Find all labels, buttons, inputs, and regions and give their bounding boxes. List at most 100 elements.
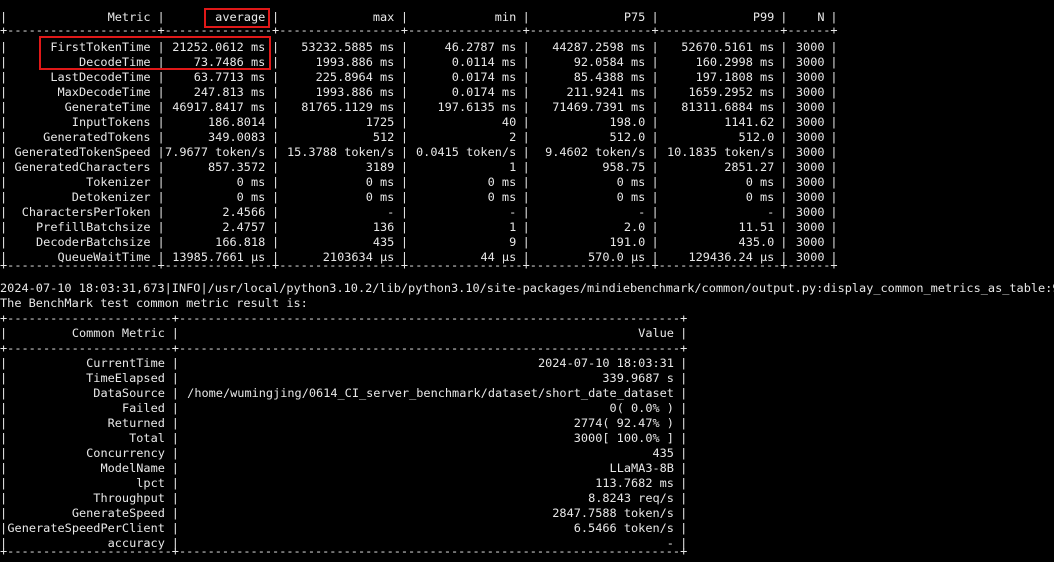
table1-cell-2: 435 xyxy=(372,235,395,249)
table1-cell-6: 3000 xyxy=(795,115,825,129)
table1-cell-6: 3000 xyxy=(795,55,825,69)
table1-cell-1: 7.9677 token/s xyxy=(165,145,266,159)
table1-cell-3: 2 xyxy=(509,130,517,144)
table1-cell-1: 46917.8417 ms xyxy=(172,100,266,114)
table1-cell-5: 435.0 xyxy=(738,235,775,249)
table2-cell-0: GenerateSpeedPerClient xyxy=(7,521,165,535)
table1-cell-2: - xyxy=(387,205,395,219)
table1-cell-4: 512.0 xyxy=(609,130,646,144)
table1-cell-6: 3000 xyxy=(795,145,825,159)
table2-cell-1: 113.7682 ms xyxy=(595,476,674,490)
table1-cell-3: 0 ms xyxy=(487,190,517,204)
table1-cell-5: 81311.6884 ms xyxy=(681,100,775,114)
table1-cell-5: 11.51 xyxy=(738,220,775,234)
table1-cell-5: 2851.27 xyxy=(724,160,775,174)
table2-cell-0: Total xyxy=(129,431,165,445)
table1-cell-2: 136 xyxy=(372,220,395,234)
table1-cell-2: 0 ms xyxy=(365,190,395,204)
terminal-window[interactable]: | | | | | | | | Metric average max min P75 P99… xyxy=(0,0,1054,562)
table2-cell-1: 0( 0.0% ) xyxy=(609,401,674,415)
table1-cell-2: 81765.1129 ms xyxy=(301,100,395,114)
table1-cell-5: 1141.62 xyxy=(724,115,775,129)
table2-cell-1: 2024-07-10 18:03:31 xyxy=(537,356,674,370)
table1-cell-4: - xyxy=(638,205,646,219)
highlight-box-average xyxy=(204,8,270,28)
table1-cell-0: GenerateTime xyxy=(64,100,151,114)
table1-cell-5: 1659.2952 ms xyxy=(688,85,775,99)
table1-cell-1: 0 ms xyxy=(236,175,266,189)
table2-cell-0: lpct xyxy=(136,476,165,490)
log-line: 2024-07-10 18:03:31,673|INFO|/usr/local/… xyxy=(0,281,1054,295)
table2-cell-0: Failed xyxy=(121,401,165,415)
table1-cell-1: 349.0083 xyxy=(208,130,266,144)
table1-cell-5: 10.1835 token/s xyxy=(666,145,775,159)
table2-cell-1: 2847.7588 token/s xyxy=(552,506,674,520)
table1-cell-6: 3000 xyxy=(795,40,825,54)
table1-cell-4: 0 ms xyxy=(616,190,646,204)
table1-cell-3: 0.0174 ms xyxy=(451,70,517,84)
table1-cell-2: 225.8964 ms xyxy=(315,70,395,84)
table1-cell-0: GeneratedTokens xyxy=(43,130,151,144)
table2-cell-0: TimeElapsed xyxy=(86,371,165,385)
table1-cell-0: LastDecodeTime xyxy=(50,70,151,84)
table2-header-1: Value xyxy=(638,326,674,340)
table1-cell-0: Detokenizer xyxy=(71,190,151,204)
table1-cell-3: 197.6135 ms xyxy=(437,100,517,114)
table1-cell-4: 92.0584 ms xyxy=(573,55,646,69)
table1-cell-5: - xyxy=(767,205,775,219)
table1-cell-3: 1 xyxy=(509,160,517,174)
table1-cell-3: 1 xyxy=(509,220,517,234)
table2-cell-1: 339.9687 s xyxy=(602,371,674,385)
table2-border: +-----------------------+---------------… xyxy=(0,544,688,558)
table1-cell-2: 3189 xyxy=(365,160,395,174)
table1-cell-0: GeneratedCharacters xyxy=(14,160,151,174)
table2-cell-0: Throughput xyxy=(93,491,165,505)
table2-cell-0: ModelName xyxy=(100,461,165,475)
table1-cell-2: 1993.886 ms xyxy=(315,55,395,69)
table2-cell-0: Concurrency xyxy=(86,446,165,460)
table2-cell-0: DataSource xyxy=(93,386,165,400)
table1-cell-3: 9 xyxy=(509,235,517,249)
table2-cell-1: 6.5466 token/s xyxy=(573,521,674,535)
table1-cell-4: 85.4388 ms xyxy=(573,70,646,84)
table1-cell-3: 0.0415 token/s xyxy=(416,145,517,159)
table1-cell-5: 160.2998 ms xyxy=(695,55,775,69)
table1-cell-6: 3000 xyxy=(795,220,825,234)
table1-cell-4: 191.0 xyxy=(609,235,646,249)
table1-cell-4: 0 ms xyxy=(616,175,646,189)
table1-cell-1: 63.7713 ms xyxy=(193,70,266,84)
table1-cell-5: 0 ms xyxy=(745,190,775,204)
table1-cell-1: 186.8014 xyxy=(208,115,266,129)
table2-cell-0: GenerateSpeed xyxy=(71,506,165,520)
table2-cell-1: 435 xyxy=(652,446,674,460)
table1-cell-1: 2.4566 xyxy=(222,205,266,219)
table1-border: +---------------------+---------------+-… xyxy=(0,258,838,272)
table2-header-0: Common Metric xyxy=(71,326,165,340)
table1-cell-4: 44287.2598 ms xyxy=(552,40,646,54)
table1-cell-6: 3000 xyxy=(795,100,825,114)
table1-cell-6: 3000 xyxy=(795,235,825,249)
table1-cell-1: 2.4757 xyxy=(222,220,266,234)
table1-cell-2: 512 xyxy=(372,130,395,144)
table2-cell-1: /home/wumingjing/0614_CI_server_benchmar… xyxy=(187,386,674,400)
table1-cell-0: Tokenizer xyxy=(86,175,151,189)
table1-cell-6: 3000 xyxy=(795,175,825,189)
table1-cell-0: CharactersPerToken xyxy=(21,205,151,219)
table1-cell-5: 197.1808 ms xyxy=(695,70,775,84)
table1-cell-2: 53232.5885 ms xyxy=(301,40,395,54)
table1-cell-4: 198.0 xyxy=(609,115,646,129)
table2-border: +-----------------------+---------------… xyxy=(0,311,688,325)
table1-cell-4: 71469.7391 ms xyxy=(552,100,646,114)
table1-cell-0: MaxDecodeTime xyxy=(57,85,151,99)
table1-cell-6: 3000 xyxy=(795,70,825,84)
table1-cell-2: 1993.886 ms xyxy=(315,85,395,99)
table1-cell-5: 0 ms xyxy=(745,175,775,189)
table1-cell-6: 3000 xyxy=(795,85,825,99)
table1-cell-2: 0 ms xyxy=(365,175,395,189)
table2-cell-0: CurrentTime xyxy=(86,356,165,370)
table1-cell-3: - xyxy=(509,205,517,219)
table1-cell-4: 211.9241 ms xyxy=(566,85,646,99)
table1-cell-4: 958.75 xyxy=(602,160,646,174)
table1-cell-1: 247.813 ms xyxy=(193,85,266,99)
highlight-box-first-rows xyxy=(39,36,271,70)
